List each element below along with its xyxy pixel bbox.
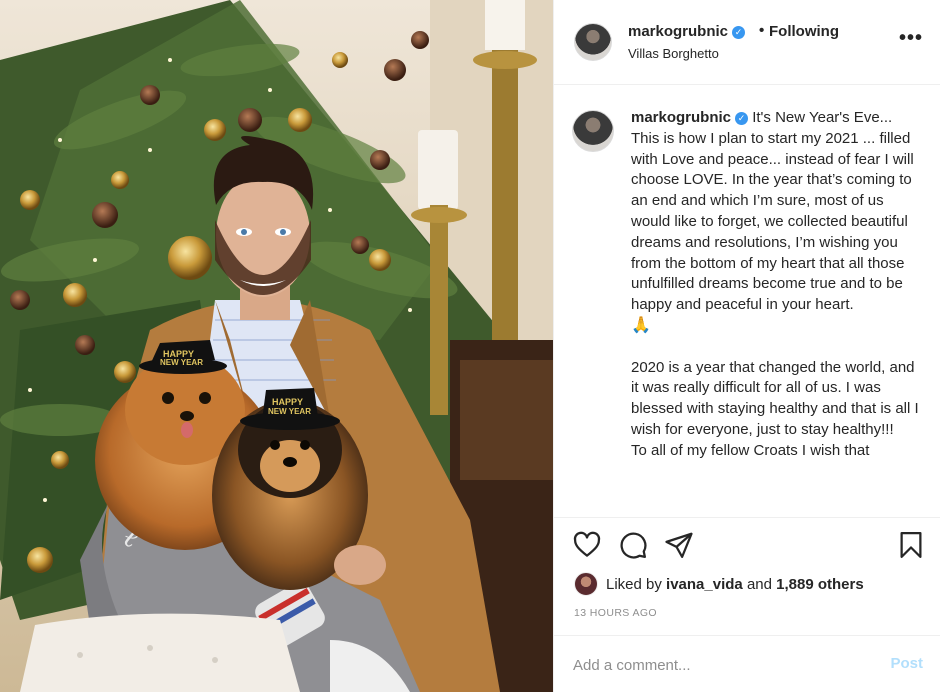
header-separator: • [759, 22, 765, 39]
likes-summary: Liked by ivana_vida and 1,889 others [574, 572, 864, 596]
verified-badge-icon: ✓ [735, 112, 749, 125]
likes-prefix: Liked by [606, 575, 662, 593]
caption-paragraph-3: To all of my fellow Croats I wish that [631, 441, 870, 459]
heart-icon[interactable] [572, 530, 602, 560]
svg-text:NEW YEAR: NEW YEAR [160, 358, 203, 367]
caption-paragraph-1: It's New Year's Eve... This is how I pla… [631, 109, 914, 314]
post-actions: Liked by ivana_vida and 1,889 others 13 … [554, 517, 940, 692]
christmas-portrait-photo: ℓ HAPPY NEW YEAR HAPPY NEW YEAR [0, 0, 553, 692]
author-username-link[interactable]: markogrubnic ✓ [628, 23, 746, 40]
verified-badge-icon: ✓ [732, 26, 746, 39]
location-link[interactable]: Villas Borghetto [628, 46, 719, 61]
post-timestamp[interactable]: 13 HOURS AGO [574, 607, 657, 619]
svg-text:HAPPY: HAPPY [272, 397, 303, 407]
comment-icon[interactable] [618, 530, 648, 560]
praying-hands-icon: 🙏 [631, 316, 651, 334]
author-avatar[interactable] [574, 23, 612, 61]
caption-paragraph-2: 2020 is a year that changed the world, a… [631, 358, 919, 438]
following-button[interactable]: Following [769, 23, 839, 40]
caption-author-avatar[interactable] [572, 110, 614, 152]
more-options-icon[interactable]: ••• [899, 28, 923, 48]
liker-avatar[interactable] [574, 572, 598, 596]
post-panel: markogrubnic ✓ • Following Villas Borghet… [553, 0, 940, 692]
share-icon[interactable] [664, 530, 694, 560]
svg-text:NEW YEAR: NEW YEAR [268, 407, 311, 416]
likes-middle: and [746, 575, 772, 593]
post-comment-button[interactable]: Post [890, 655, 923, 672]
likes-count-link[interactable]: 1,889 others [776, 576, 864, 593]
liker-username-link[interactable]: ivana_vida [666, 576, 743, 593]
post-header: markogrubnic ✓ • Following Villas Borghet… [554, 0, 940, 85]
comment-input[interactable] [573, 654, 853, 676]
caption-username-link[interactable]: markogrubnic ✓ [631, 109, 749, 126]
post-photo[interactable]: ℓ HAPPY NEW YEAR HAPPY NEW YEAR [0, 0, 553, 692]
comment-bar: Post [554, 635, 940, 692]
bookmark-icon[interactable] [896, 530, 926, 560]
caption-area: markogrubnic ✓ It's New Year's Eve... Thi… [554, 86, 940, 516]
caption-text: markogrubnic ✓ It's New Year's Eve... Thi… [631, 108, 921, 462]
